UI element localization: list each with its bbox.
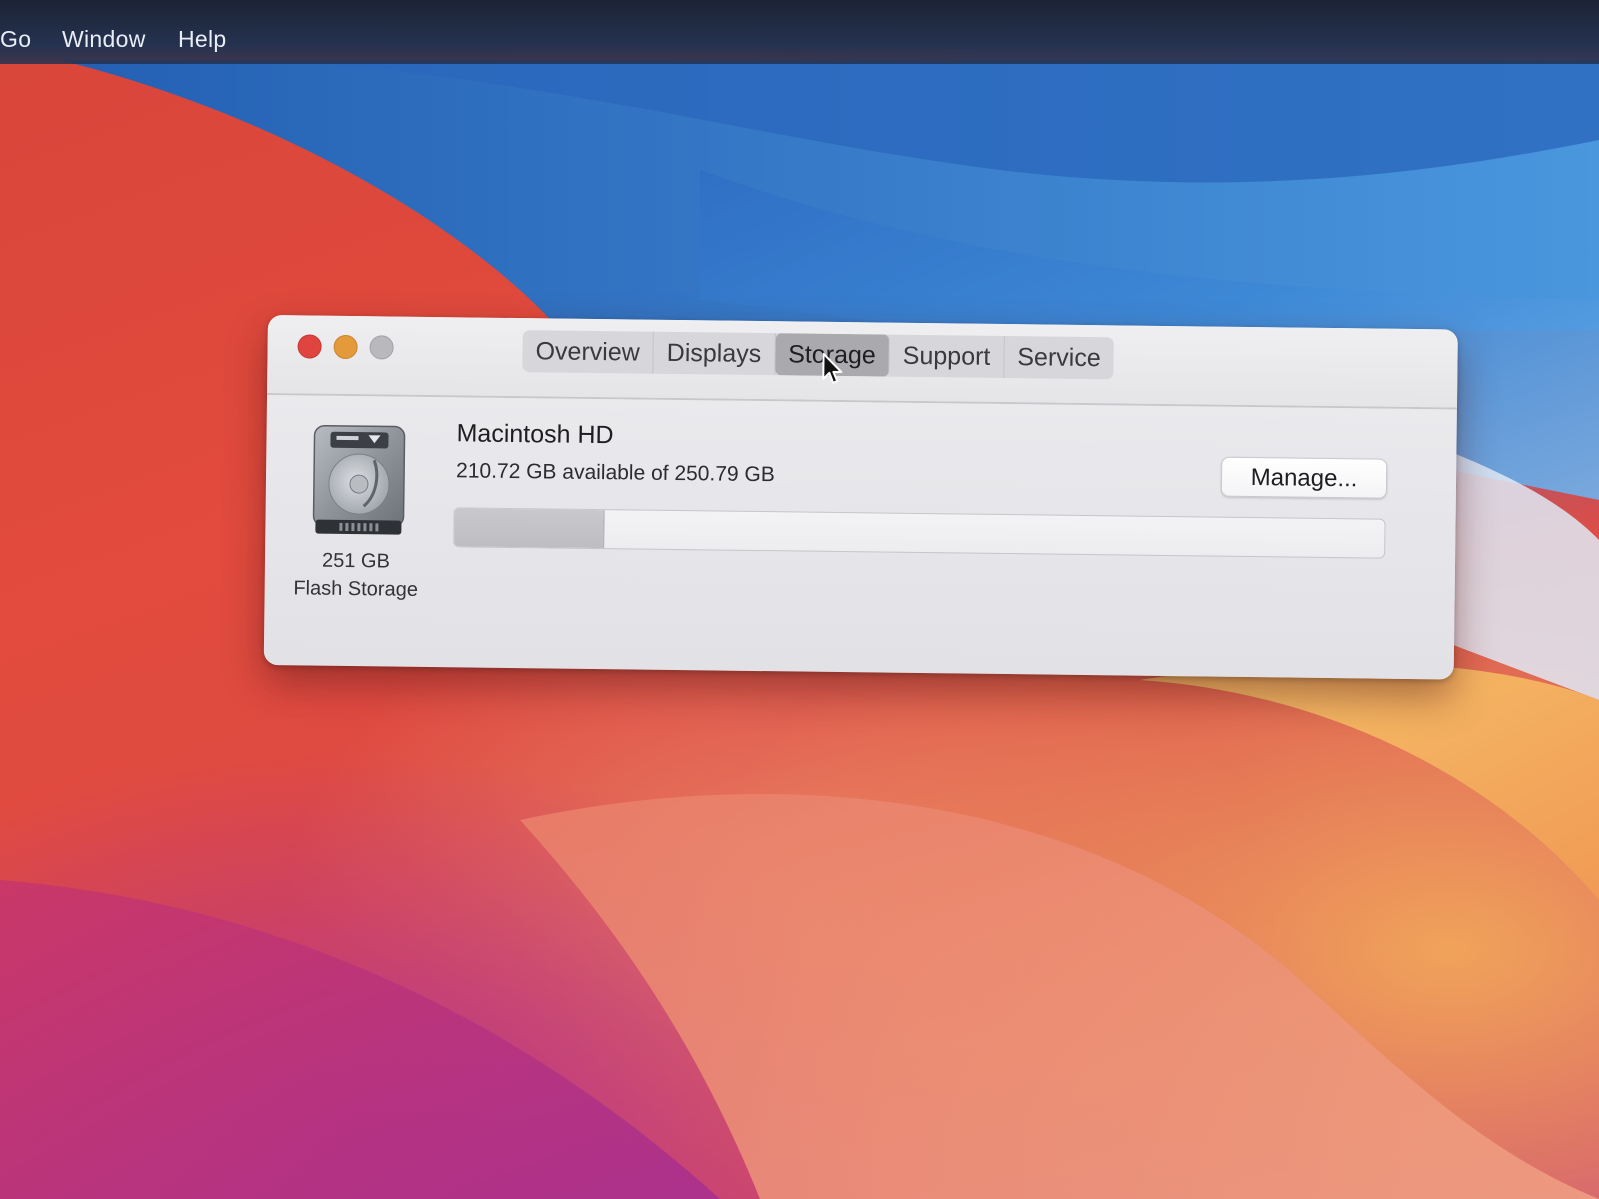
volume-name: Macintosh HD: [456, 419, 614, 450]
menu-help[interactable]: Help: [178, 26, 227, 53]
tab-bar: Overview Displays Storage Support Servic…: [522, 330, 1114, 380]
storage-used-segment: [454, 508, 605, 549]
tab-service[interactable]: Service: [1004, 336, 1114, 379]
about-this-mac-window: Overview Displays Storage Support Servic…: [263, 315, 1458, 680]
tab-support[interactable]: Support: [889, 334, 1005, 378]
manage-button[interactable]: Manage...: [1220, 456, 1388, 499]
hard-drive-icon: [312, 424, 406, 535]
close-button[interactable]: [297, 334, 322, 359]
zoom-button[interactable]: [369, 335, 394, 360]
tab-displays[interactable]: Displays: [653, 331, 776, 376]
title-bar: Overview Displays Storage Support Servic…: [267, 315, 1458, 410]
disk-size-label: 251 GB: [321, 549, 391, 573]
disk-type-label: Flash Storage: [293, 577, 419, 601]
arrow-cursor-icon: [822, 352, 843, 384]
storage-usage-bar: [453, 507, 1386, 559]
volume-availability: 210.72 GB available of 250.79 GB: [455, 459, 775, 487]
menu-window[interactable]: Window: [62, 26, 146, 53]
tab-overview[interactable]: Overview: [522, 330, 655, 374]
menu-bar: Go Window Help: [0, 0, 1599, 64]
desktop: Go Window Help Overview Displays Storage…: [0, 0, 1599, 1199]
menu-go[interactable]: Go: [0, 26, 31, 53]
minimize-button[interactable]: [333, 334, 358, 360]
